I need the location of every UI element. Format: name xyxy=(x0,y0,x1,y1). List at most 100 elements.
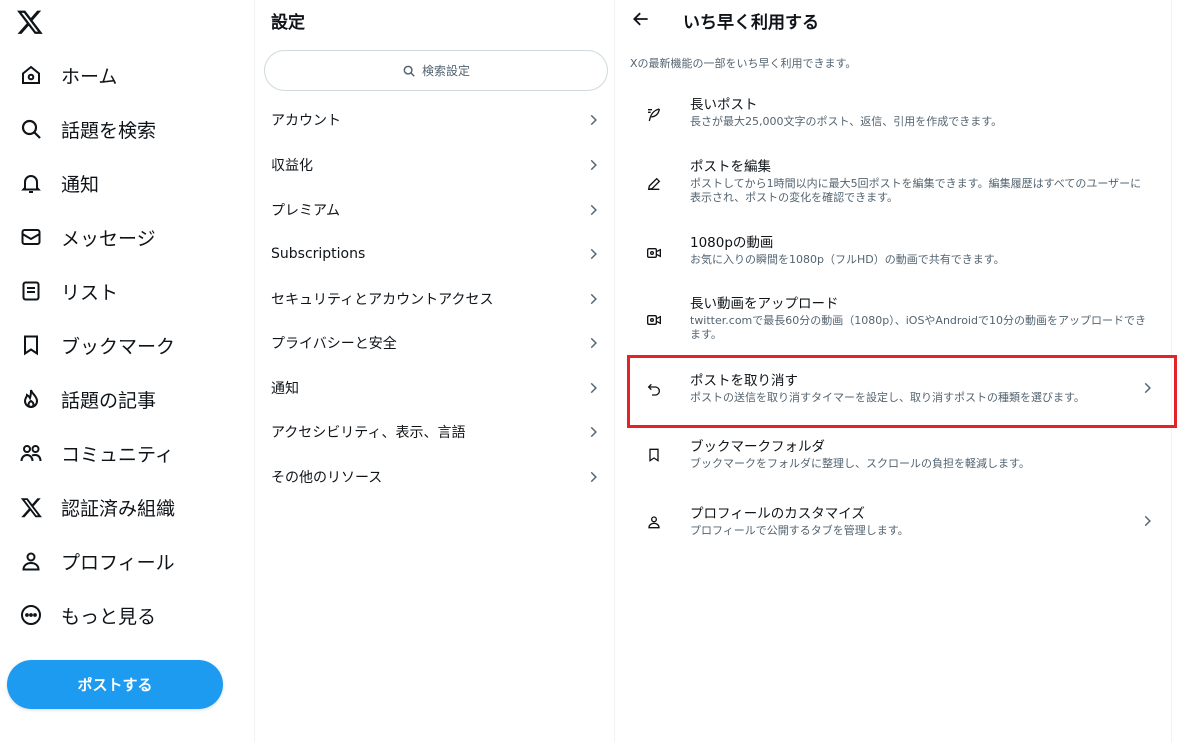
settings-item-monetization[interactable]: 収益化 xyxy=(256,143,615,187)
search-placeholder: 検索設定 xyxy=(421,64,470,78)
pencil-icon xyxy=(646,176,662,192)
feature-1080p-video[interactable]: 1080pの動画 お気に入りの瞬間を1080p（フルHD）の動画で共有できます。 xyxy=(628,234,1174,267)
people-icon xyxy=(18,440,44,466)
person-icon xyxy=(18,548,44,574)
settings-item-subscriptions[interactable]: Subscriptions xyxy=(256,232,615,276)
feature-description: プロフィールで公開するタブを管理します。 xyxy=(690,524,909,537)
feature-title: ポストを編集 xyxy=(690,159,771,175)
feature-undo-post[interactable]: ポストを取り消す ポストの送信を取り消すタイマーを設定し、取り消すポストの種類を… xyxy=(628,372,1174,405)
nav-item-bookmarks[interactable]: ブックマーク xyxy=(18,325,175,365)
settings-column: 設定 検索設定 アカウント 収益化 プレミアム Subscriptions セキ… xyxy=(254,0,615,742)
nav-item-label: 話題を検索 xyxy=(61,119,157,142)
settings-item-label: 収益化 xyxy=(271,158,313,174)
bookmark-icon xyxy=(18,332,44,358)
primary-navigation: ホーム 話題を検索 通知 メッセージ リスト ブックマーク 話題の記事 コミュニ… xyxy=(0,0,254,742)
settings-item-label: セキュリティとアカウントアクセス xyxy=(271,292,494,308)
nav-item-label: プロフィール xyxy=(61,551,175,574)
nav-item-label: 認証済み組織 xyxy=(61,497,176,520)
nav-item-label: ブックマーク xyxy=(61,335,176,358)
feature-long-video-upload[interactable]: 長い動画をアップロード twitter.comで最長60分の動画（1080p）、… xyxy=(628,295,1174,342)
back-arrow-icon[interactable] xyxy=(631,9,651,29)
more-circle-icon xyxy=(18,602,44,628)
feature-description: お気に入りの瞬間を1080p（フルHD）の動画で共有できます。 xyxy=(690,253,1005,266)
search-icon xyxy=(18,116,44,142)
feature-title: 1080pの動画 xyxy=(690,235,774,251)
settings-title: 設定 xyxy=(271,13,305,33)
chevron-right-icon xyxy=(586,470,600,484)
chevron-right-icon xyxy=(586,381,600,395)
undo-icon xyxy=(646,381,662,397)
chevron-right-icon xyxy=(586,425,600,439)
nav-item-articles[interactable]: 話題の記事 xyxy=(18,379,156,419)
feature-title: ブックマークフォルダ xyxy=(690,439,825,455)
feature-bookmark-folders[interactable]: ブックマークフォルダ ブックマークをフォルダに整理し、スクロールの負担を軽減しま… xyxy=(628,438,1174,471)
settings-item-label: プレミアム xyxy=(271,203,341,219)
nav-item-more[interactable]: もっと見る xyxy=(18,595,156,635)
settings-item-accessibility[interactable]: アクセシビリティ、表示、言語 xyxy=(256,410,615,454)
nav-item-label: リスト xyxy=(61,281,119,304)
feature-profile-customization[interactable]: プロフィールのカスタマイズ プロフィールで公開するタブを管理します。 xyxy=(628,505,1174,538)
page-title: いち早く利用する xyxy=(683,13,819,33)
settings-item-notifications[interactable]: 通知 xyxy=(256,366,615,410)
settings-item-account[interactable]: アカウント xyxy=(256,98,615,142)
feature-title: ポストを取り消す xyxy=(690,373,798,389)
nav-item-communities[interactable]: コミュニティ xyxy=(18,433,174,473)
nav-item-label: もっと見る xyxy=(61,605,157,628)
nav-item-verified-orgs[interactable]: 認証済み組織 xyxy=(18,487,175,527)
settings-item-label: プライバシーと安全 xyxy=(271,336,397,352)
quill-icon xyxy=(646,107,662,123)
feature-title: 長いポスト xyxy=(690,97,758,113)
page-description: Xの最新機能の一部をいち早く利用できます。 xyxy=(630,57,857,70)
settings-item-resources[interactable]: その他のリソース xyxy=(256,455,615,499)
chevron-right-icon xyxy=(586,292,600,306)
post-button[interactable]: ポストする xyxy=(7,660,223,709)
flame-icon xyxy=(18,386,44,412)
list-icon xyxy=(18,278,44,304)
feature-description: twitter.comで最長60分の動画（1080p）、iOSやAndroidで… xyxy=(690,314,1146,341)
nav-item-notifications[interactable]: 通知 xyxy=(18,163,99,203)
nav-item-profile[interactable]: プロフィール xyxy=(18,541,175,581)
nav-item-lists[interactable]: リスト xyxy=(18,271,118,311)
settings-item-label: その他のリソース xyxy=(271,470,383,486)
nav-item-label: コミュニティ xyxy=(61,443,174,466)
feature-edit-post[interactable]: ポストを編集 ポストしてから1時間以内に最大5回ポストを編集できます。編集履歴は… xyxy=(628,158,1174,205)
settings-item-label: アカウント xyxy=(271,113,341,129)
chevron-right-icon xyxy=(586,336,600,350)
feature-description: ブックマークをフォルダに整理し、スクロールの負担を軽減します。 xyxy=(690,457,1030,470)
chevron-right-icon xyxy=(1140,514,1154,528)
feature-description: ポストしてから1時間以内に最大5回ポストを編集できます。編集履歴はすべてのユーザ… xyxy=(690,177,1142,204)
bookmark-icon xyxy=(646,447,662,463)
chevron-right-icon xyxy=(586,247,600,261)
search-icon xyxy=(402,64,416,78)
nav-item-explore[interactable]: 話題を検索 xyxy=(18,109,156,149)
settings-search-input[interactable]: 検索設定 xyxy=(264,50,608,91)
nav-item-home[interactable]: ホーム xyxy=(18,55,117,95)
chevron-right-icon xyxy=(1140,381,1154,395)
feature-title: プロフィールのカスタマイズ xyxy=(690,506,865,522)
person-icon xyxy=(646,514,662,530)
x-logo-icon xyxy=(18,494,44,520)
settings-item-privacy[interactable]: プライバシーと安全 xyxy=(256,321,615,365)
x-logo-icon[interactable] xyxy=(16,8,44,36)
chevron-right-icon xyxy=(586,203,600,217)
video-icon xyxy=(646,312,662,328)
nav-item-label: メッセージ xyxy=(61,227,156,250)
feature-title: 長い動画をアップロード xyxy=(690,296,839,312)
envelope-icon xyxy=(18,224,44,250)
nav-item-label: ホーム xyxy=(61,65,118,88)
nav-item-label: 通知 xyxy=(61,173,100,196)
home-icon xyxy=(18,62,44,88)
settings-item-label: 通知 xyxy=(271,381,299,397)
chevron-right-icon xyxy=(586,158,600,172)
nav-item-messages[interactable]: メッセージ xyxy=(18,217,156,257)
settings-item-premium[interactable]: プレミアム xyxy=(256,188,615,232)
feature-long-post[interactable]: 長いポスト 長さが最大25,000文字のポスト、返信、引用を作成できます。 xyxy=(628,96,1174,129)
settings-item-label: アクセシビリティ、表示、言語 xyxy=(271,425,466,441)
feature-description: 長さが最大25,000文字のポスト、返信、引用を作成できます。 xyxy=(690,115,1003,128)
chevron-right-icon xyxy=(586,113,600,127)
settings-item-label: Subscriptions xyxy=(271,246,366,262)
early-access-column: いち早く利用する Xの最新機能の一部をいち早く利用できます。 長いポスト 長さが… xyxy=(615,0,1172,742)
nav-item-label: 話題の記事 xyxy=(61,389,157,412)
feature-description: ポストの送信を取り消すタイマーを設定し、取り消すポストの種類を選びます。 xyxy=(690,391,1085,404)
settings-item-security[interactable]: セキュリティとアカウントアクセス xyxy=(256,277,615,321)
